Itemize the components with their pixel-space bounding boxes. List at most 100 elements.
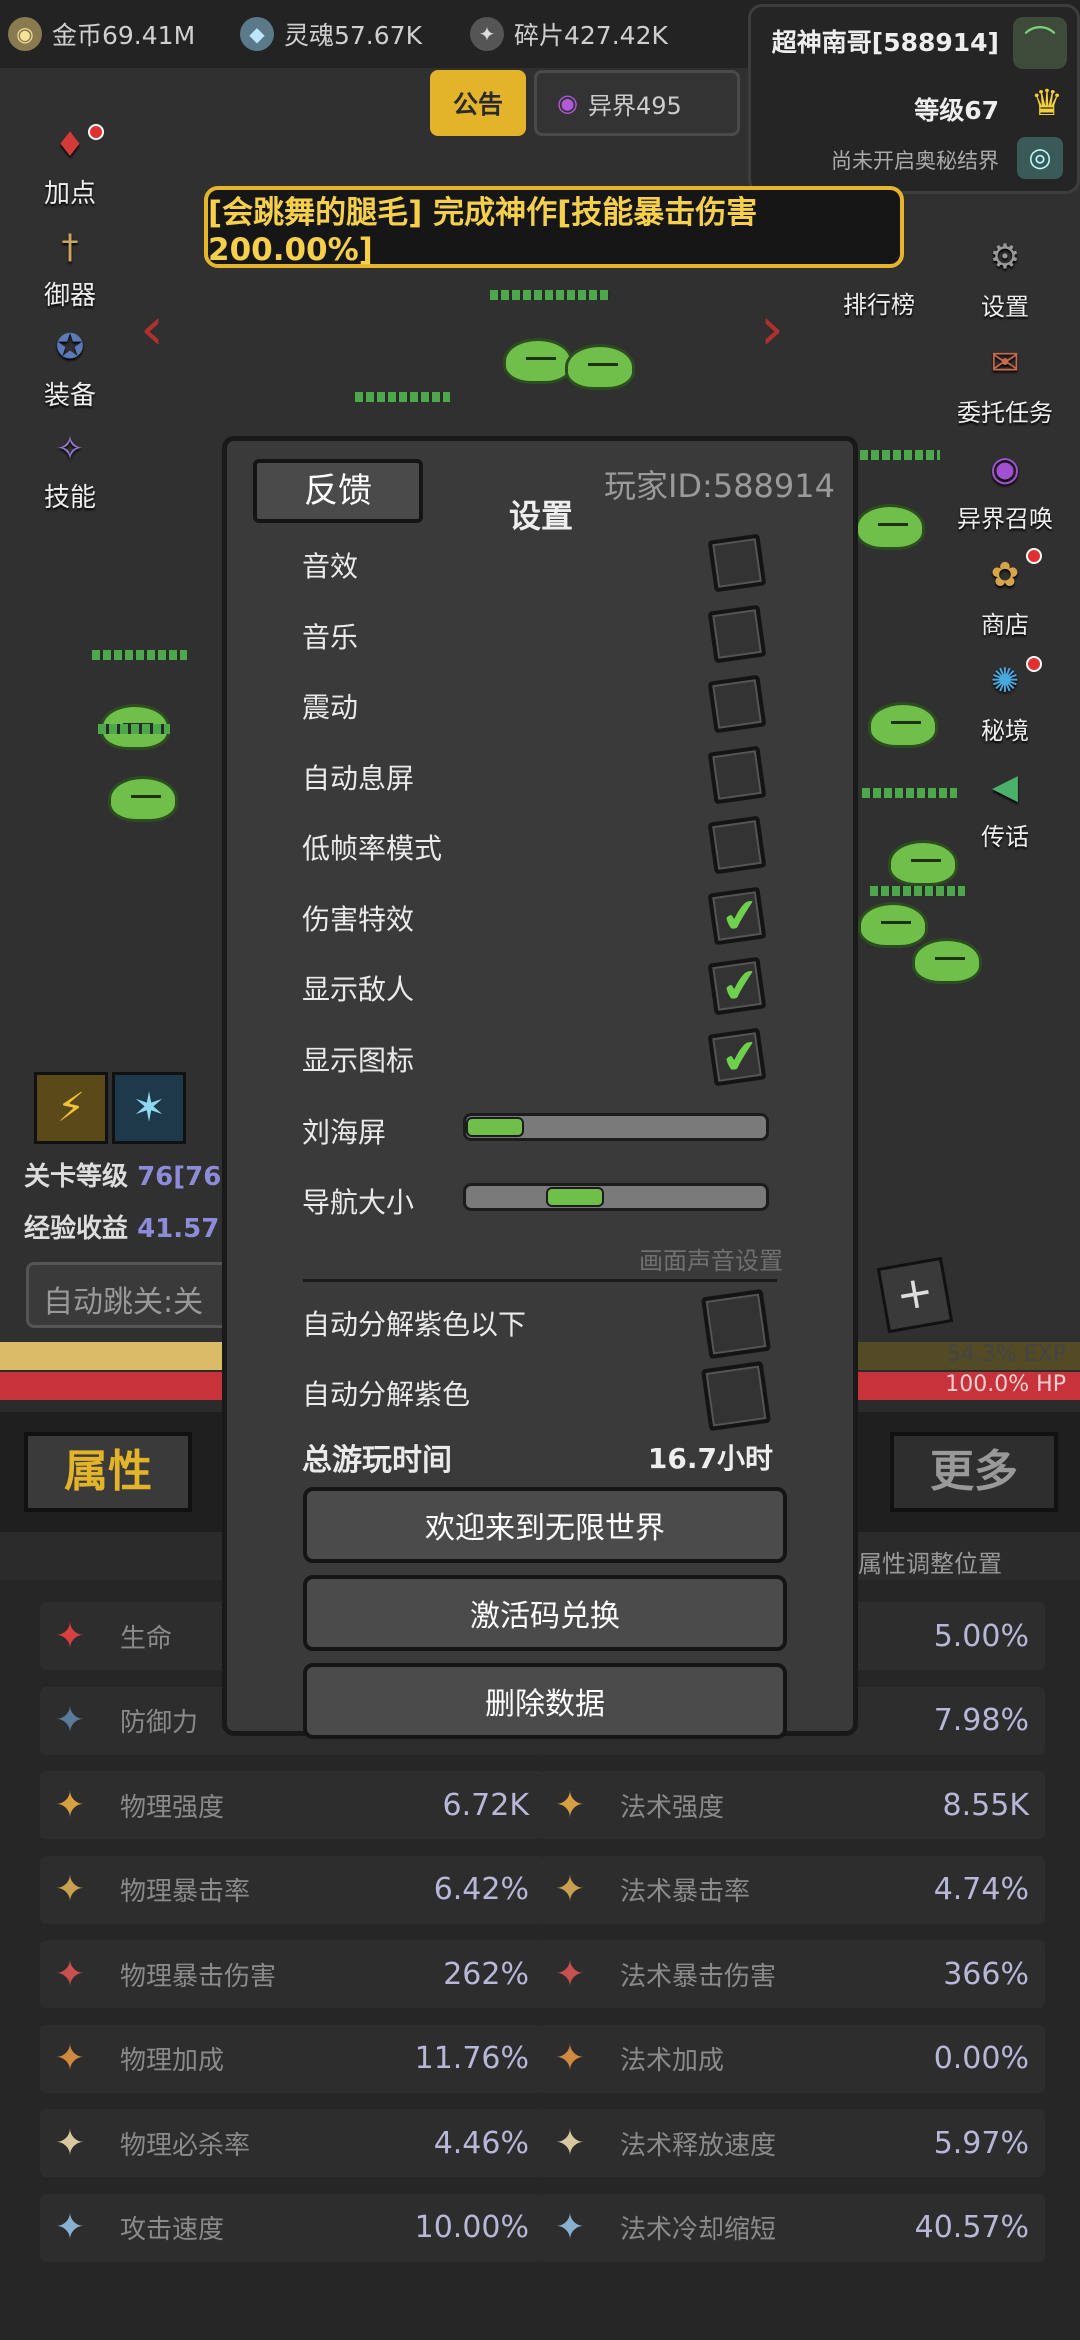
- setting-checkbox[interactable]: [707, 604, 767, 663]
- menu-summon[interactable]: ◉ 异界召唤: [950, 434, 1060, 534]
- stat-label: 物理加成: [120, 2046, 225, 2076]
- exp-income-value: 41.57: [137, 1214, 220, 1244]
- stat-value: 10.00%: [414, 2210, 529, 2245]
- auto-skip-toggle[interactable]: 自动跳关:关: [26, 1262, 236, 1328]
- setting-label: 低帧率模式: [302, 832, 443, 865]
- menu-add-points[interactable]: ♦ 加点: [14, 116, 126, 210]
- menu-secret-realm[interactable]: ✺ 秘境: [950, 646, 1060, 746]
- stat-label: 物理必杀率: [120, 2130, 251, 2161]
- auto-decompose-below-purple-label: 自动分解紫色以下: [302, 1308, 527, 1341]
- menu-label: 御器: [43, 281, 96, 311]
- left-arrow-icon[interactable]: ‹: [140, 294, 164, 364]
- portal-icon[interactable]: ◎: [1017, 137, 1063, 179]
- enemy-hp-bar: [870, 886, 965, 896]
- tab-attributes[interactable]: 属性: [24, 1432, 192, 1512]
- magic-crit-icon: ✦: [554, 1869, 586, 1910]
- stat-value: 5.97%: [933, 2125, 1029, 2161]
- menu-label: 商店: [981, 611, 1029, 639]
- notification-dot: [1026, 656, 1042, 672]
- av-settings-label: 画面声音设置: [639, 1247, 783, 1275]
- vortex-icon: ◉: [557, 89, 578, 117]
- menu-label: 异界召唤: [957, 505, 1053, 533]
- slime-enemy: [868, 702, 938, 748]
- wave-icon: ✦: [554, 2122, 586, 2164]
- player-level: 等级67: [914, 96, 999, 125]
- auto-decompose-purple-checkbox[interactable]: [700, 1360, 772, 1432]
- right-arrow-icon[interactable]: ›: [760, 294, 784, 364]
- checkmark-icon: ✔: [717, 885, 764, 945]
- gold-value: 金币69.41M: [52, 21, 196, 50]
- stat-value: 7.98%: [933, 1703, 1029, 1738]
- nav-size-slider-knob[interactable]: [545, 1187, 604, 1207]
- redeem-code-button[interactable]: 激活码兑换: [303, 1575, 787, 1651]
- nav-size-slider[interactable]: [463, 1183, 769, 1211]
- announcement-banner: [会跳舞的腿毛] 完成神作[技能暴击伤害 200.00%]: [204, 186, 904, 268]
- delete-data-button[interactable]: 删除数据: [303, 1663, 787, 1739]
- stat-label: 物理暴击率: [120, 1877, 251, 1907]
- stat-row: ✦ 法术暴击伤害 366%: [540, 1940, 1045, 2008]
- skill-slot-1[interactable]: ⚡: [34, 1072, 108, 1144]
- menu-label: 设置: [981, 293, 1029, 321]
- avatar[interactable]: ⌒: [1013, 17, 1067, 69]
- notice-tab[interactable]: 公告: [430, 70, 526, 136]
- vortex-icon: ◉: [990, 449, 1020, 489]
- stat-value: 40.57%: [914, 2210, 1029, 2245]
- shard-value: 碎片427.42K: [514, 21, 668, 50]
- menu-settings[interactable]: ⚙ 设置: [950, 222, 1060, 322]
- stat-label: 法术暴击率: [620, 1877, 751, 1907]
- menu-message[interactable]: ◀ 传话: [950, 752, 1060, 852]
- notch-slider-knob[interactable]: [466, 1117, 524, 1137]
- divider: [303, 1279, 777, 1282]
- stage-level-label: 关卡等级: [24, 1162, 129, 1192]
- setting-label: 音效: [302, 550, 359, 583]
- settings-dialog: 反馈 设置 玩家ID:588914 音效 音乐 震动 自动息屏 低帧率模式 伤害特效 ✔ 显示…: [222, 436, 858, 1739]
- add-icon[interactable]: +: [876, 1256, 954, 1334]
- stat-value: 6.72K: [442, 1787, 529, 1823]
- enemy-hp-bar: [862, 788, 957, 798]
- menu-label: 秘境: [981, 717, 1029, 745]
- setting-checkbox[interactable]: ✔: [707, 1027, 767, 1086]
- setting-checkbox[interactable]: [707, 533, 767, 593]
- welcome-button[interactable]: 欢迎来到无限世界: [303, 1487, 787, 1563]
- soul-currency: ◆ 灵魂57.67K: [240, 12, 422, 56]
- menu-skills[interactable]: ✧ 技能: [14, 420, 126, 514]
- notification-dot: [1026, 548, 1042, 564]
- setting-label: 音乐: [302, 620, 359, 654]
- menu-shop[interactable]: ✿ 商店: [950, 540, 1060, 640]
- slime-enemy: [858, 902, 928, 948]
- skill-slot-2[interactable]: ✶: [112, 1072, 186, 1144]
- axe-icon: ✦: [54, 1869, 86, 1910]
- stat-row: ✦ 物理加成 11.76%: [40, 2024, 545, 2093]
- menu-leaderboard[interactable]: 排行榜: [824, 220, 934, 320]
- gear-icon: ⚙: [989, 237, 1021, 277]
- setting-checkbox[interactable]: [707, 745, 767, 804]
- stat-row: ✦ 攻击速度 10.00%: [40, 2193, 545, 2262]
- shield-star-icon: ✪: [55, 326, 85, 367]
- menu-commission[interactable]: ✉ 委托任务: [950, 328, 1060, 428]
- tab-more[interactable]: 更多: [890, 1432, 1058, 1512]
- setting-checkbox[interactable]: ✔: [707, 956, 767, 1016]
- setting-label: 伤害特效: [302, 902, 415, 936]
- setting-label: 自动息屏: [302, 761, 415, 795]
- stat-value: 4.74%: [933, 1872, 1029, 1907]
- setting-checkbox[interactable]: [707, 674, 767, 734]
- slime-enemy: [855, 504, 925, 550]
- notification-dot: [88, 124, 104, 140]
- auto-decompose-below-purple-checkbox[interactable]: [700, 1288, 772, 1360]
- feedback-button[interactable]: 反馈: [253, 459, 423, 523]
- soul-value: 灵魂57.67K: [284, 21, 422, 50]
- adjust-position-link[interactable]: 属性调整位置: [858, 1544, 1002, 1579]
- menu-weapon[interactable]: † 御器: [14, 218, 126, 312]
- setting-checkbox[interactable]: ✔: [707, 885, 767, 945]
- notch-slider[interactable]: [463, 1113, 769, 1141]
- realm-status: 尚未开启奥秘结界: [831, 149, 999, 173]
- menu-equipment[interactable]: ✪ 装备: [14, 318, 126, 412]
- stat-label: 攻击速度: [120, 2215, 225, 2245]
- stat-row: ✦ 法术暴击率 4.74%: [540, 1855, 1045, 1924]
- otherworld-tab[interactable]: ◉ 异界495: [534, 70, 740, 136]
- exp-income: 经验收益 41.57: [24, 1208, 219, 1245]
- slime-enemy: [565, 344, 635, 390]
- shield-icon: ✦: [54, 1700, 86, 1741]
- enemy-hp-bar: [860, 450, 940, 460]
- setting-checkbox[interactable]: [707, 815, 767, 875]
